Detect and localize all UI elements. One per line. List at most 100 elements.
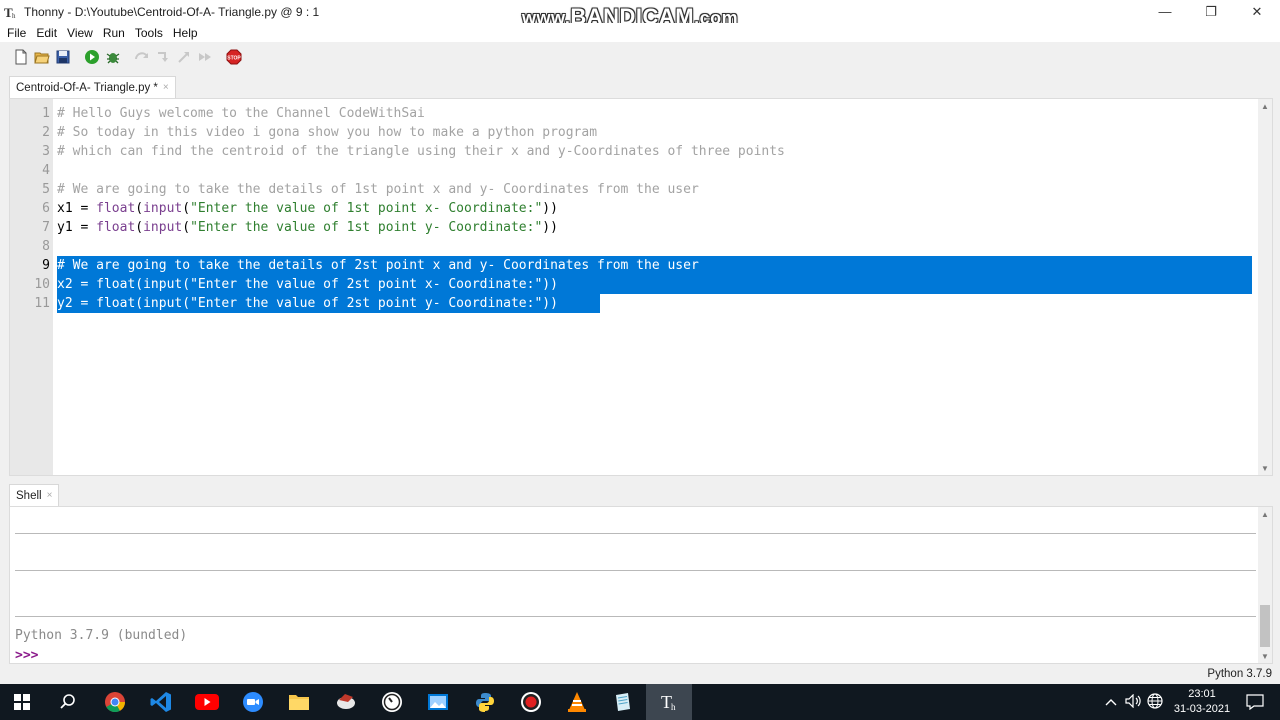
code-token-plain: (	[135, 277, 144, 292]
line-number: 3	[42, 144, 50, 159]
svg-text:h: h	[671, 702, 676, 712]
resume-icon[interactable]	[196, 48, 214, 66]
code-line[interactable]: # So today in this video i gona show you…	[57, 123, 597, 142]
code-token-str: "Enter the value of 1st point x- Coordin…	[190, 201, 543, 216]
show-hidden-icons-icon[interactable]	[1105, 695, 1121, 709]
code-editor[interactable]: 1 2 3 4 5 6 7 8 9 10 11 # Hello Guys welcome to th…	[9, 98, 1273, 476]
code-token-builtin: input	[143, 220, 183, 235]
code-line[interactable]: # We are going to take the details of 1s…	[57, 180, 699, 199]
close-shell-tab-icon[interactable]: ×	[47, 490, 53, 501]
thonny-icon[interactable]: Th	[655, 688, 683, 716]
network-globe-icon[interactable]	[1147, 692, 1169, 712]
menu-file[interactable]: File	[2, 26, 31, 40]
line-number: 1	[42, 106, 50, 121]
shell-panel[interactable]: Python 3.7.9 (bundled) >>> ▲ ▼	[9, 506, 1273, 664]
photos-icon[interactable]	[424, 688, 452, 716]
title-bar: Th Thonny - D:\Youtube\Centroid-Of-A- Tr…	[0, 0, 1280, 29]
line-number: 5	[42, 182, 50, 197]
code-token-builtin: input	[143, 201, 183, 216]
code-line[interactable]: y1 = float(input("Enter the value of 1st…	[57, 218, 558, 237]
code-token-builtin: float	[96, 201, 136, 216]
windows-start-icon[interactable]	[8, 688, 36, 716]
vscode-icon[interactable]	[147, 688, 175, 716]
app-icon[interactable]	[332, 688, 360, 716]
step-into-icon[interactable]	[154, 48, 172, 66]
code-token-comment: # which can find the centroid of the tri…	[57, 144, 785, 159]
code-line[interactable]: # Hello Guys welcome to the Channel Code…	[57, 104, 425, 123]
code-line[interactable]: # which can find the centroid of the tri…	[57, 142, 785, 161]
scroll-down-icon[interactable]: ▼	[1258, 649, 1272, 663]
code-line[interactable]: x1 = float(input("Enter the value of 1st…	[57, 199, 558, 218]
toolbar: STOP	[0, 42, 1280, 72]
youtube-icon[interactable]	[193, 688, 221, 716]
code-token-plain: ))	[542, 296, 558, 311]
open-file-icon[interactable]	[33, 48, 51, 66]
close-tab-icon[interactable]: ×	[163, 82, 169, 93]
window-title: Thonny - D:\Youtube\Centroid-Of-A- Trian…	[24, 4, 320, 19]
notifications-icon[interactable]	[1241, 688, 1269, 716]
code-token-str: "Enter the value of 2st point y- Coordin…	[190, 296, 543, 311]
line-number: 2	[42, 125, 50, 140]
code-token-plain: (	[135, 220, 144, 235]
scrollbar-thumb[interactable]	[1260, 605, 1270, 647]
code-token-plain: (	[135, 296, 144, 311]
code-line[interactable]: y2 = float(input("Enter the value of 2st…	[57, 294, 558, 313]
debug-icon[interactable]	[104, 48, 122, 66]
save-icon[interactable]	[54, 48, 72, 66]
scroll-up-icon[interactable]: ▲	[1258, 99, 1272, 113]
line-number: 9	[42, 258, 50, 273]
line-number: 8	[42, 239, 50, 254]
taskbar-clock[interactable]: 23:01 31-03-2021	[1172, 687, 1232, 717]
restore-button[interactable]: ❐	[1188, 0, 1234, 23]
speedtest-icon[interactable]	[378, 688, 406, 716]
notepad-icon[interactable]	[609, 688, 637, 716]
code-line[interactable]: # We are going to take the details of 2s…	[57, 256, 699, 275]
menu-tools[interactable]: Tools	[130, 26, 168, 40]
run-icon[interactable]	[83, 48, 101, 66]
minimize-button[interactable]: —	[1142, 0, 1188, 23]
shell-separator	[15, 533, 1256, 534]
chrome-icon[interactable]	[101, 688, 129, 716]
system-tray	[1105, 684, 1169, 720]
stop-icon[interactable]: STOP	[225, 48, 243, 66]
code-token-builtin: input	[143, 296, 183, 311]
scroll-down-icon[interactable]: ▼	[1258, 461, 1272, 475]
code-line[interactable]: x2 = float(input("Enter the value of 2st…	[57, 275, 558, 294]
code-token-plain: x2 =	[57, 277, 97, 292]
code-token-comment: # Hello Guys welcome to the Channel Code…	[57, 106, 425, 121]
menu-view[interactable]: View	[62, 26, 98, 40]
file-explorer-icon[interactable]	[285, 688, 313, 716]
close-button[interactable]: ✕	[1234, 0, 1280, 23]
status-bar: Python 3.7.9	[0, 666, 1280, 684]
editor-scrollbar[interactable]: ▲ ▼	[1258, 99, 1272, 475]
new-file-icon[interactable]	[12, 48, 30, 66]
bandicam-record-icon[interactable]	[517, 688, 545, 716]
python-icon[interactable]	[471, 688, 499, 716]
menu-run[interactable]: Run	[98, 26, 130, 40]
shell-prompt[interactable]: >>>	[15, 648, 38, 663]
vlc-icon[interactable]	[563, 688, 591, 716]
search-icon[interactable]	[54, 688, 82, 716]
code-token-plain: ))	[542, 220, 558, 235]
editor-tab[interactable]: Centroid-Of-A- Triangle.py * ×	[9, 76, 176, 98]
line-number: 7	[42, 220, 50, 235]
shell-scrollbar[interactable]: ▲ ▼	[1258, 507, 1272, 663]
menu-help[interactable]: Help	[168, 26, 203, 40]
code-token-builtin: float	[96, 296, 136, 311]
code-token-plain: (	[182, 201, 191, 216]
scroll-up-icon[interactable]: ▲	[1258, 507, 1272, 521]
interpreter-status[interactable]: Python 3.7.9	[1207, 668, 1272, 680]
volume-icon[interactable]	[1125, 693, 1147, 711]
code-token-comment: # So today in this video i gona show you…	[57, 125, 598, 140]
clock-date: 31-03-2021	[1173, 703, 1231, 715]
menu-edit[interactable]: Edit	[31, 26, 62, 40]
zoom-icon[interactable]	[239, 688, 267, 716]
code-token-plain: (	[182, 220, 191, 235]
shell-tab[interactable]: Shell ×	[9, 484, 60, 506]
shell-tab-strip: Shell ×	[0, 484, 1280, 506]
code-area[interactable]: # Hello Guys welcome to the Channel Code…	[53, 99, 1258, 475]
step-out-icon[interactable]	[175, 48, 193, 66]
code-token-plain: ))	[542, 201, 558, 216]
code-token-str: "Enter the value of 2st point x- Coordin…	[190, 277, 543, 292]
step-over-icon[interactable]	[133, 48, 151, 66]
